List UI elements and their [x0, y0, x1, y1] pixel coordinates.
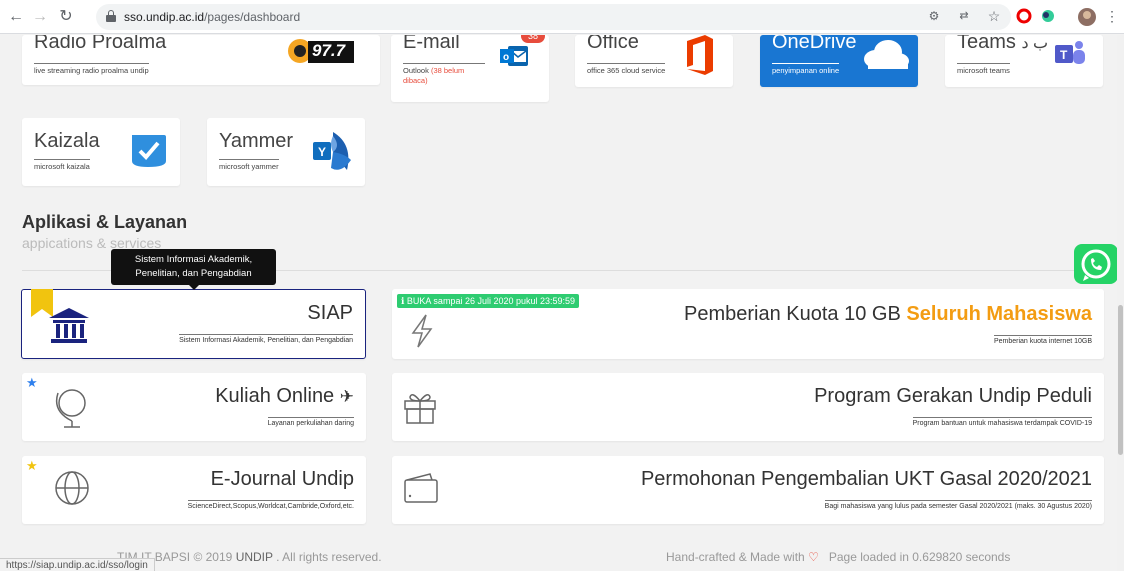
service-title: Pemberian Kuota 10 GB Seluruh Mahasiswa — [684, 303, 1092, 325]
menu-icon[interactable]: ⋮ — [1104, 8, 1120, 24]
star-icon[interactable]: ☆ — [986, 8, 1002, 24]
back-icon[interactable]: ← — [6, 7, 26, 27]
service-subtitle: ScienceDirect,Scopus,Worldcat,Cambride,O… — [187, 500, 354, 510]
app-subtitle: penyimpanan online — [772, 63, 840, 75]
cloud-icon — [860, 37, 910, 71]
app-title: Kaizala — [34, 130, 100, 152]
svg-text:o: o — [503, 52, 509, 63]
status-bar-url: https://siap.undip.ac.id/sso/login — [0, 558, 155, 571]
open-until-badge: ℹ BUKA sampai 26 Juli 2020 pukul 23:59:5… — [397, 294, 580, 308]
app-subtitle: microsoft kaizala — [34, 159, 90, 171]
globe-icon — [54, 385, 94, 431]
lock-icon — [106, 10, 116, 22]
radio-logo: 97.7 — [286, 35, 358, 69]
service-title: Kuliah Online ✈ — [215, 385, 354, 407]
reload-icon[interactable]: ↻ — [56, 7, 76, 27]
app-card-onedrive[interactable]: OneDrive penyimpanan online — [760, 35, 918, 87]
app-card-teams[interactable]: Teams ب د microsoft teams T — [945, 35, 1103, 87]
service-subtitle: Program bantuan untuk mahasiswa terdampa… — [912, 417, 1092, 427]
institution-icon — [47, 306, 91, 346]
service-title: SIAP — [307, 302, 353, 324]
teams-icon: T — [1053, 39, 1087, 69]
app-title: OneDrive — [772, 35, 857, 53]
app-card-kaizala[interactable]: Kaizala microsoft kaizala — [22, 118, 180, 186]
app-title: Radio Proalma — [34, 35, 167, 53]
key-icon[interactable]: ⚙ — [926, 8, 942, 24]
app-subtitle: microsoft yammer — [219, 159, 279, 171]
extension-icon[interactable] — [1040, 8, 1056, 24]
yammer-icon: Y — [311, 130, 355, 174]
footer-copyright: TIM IT BAPSI © 2019 UNDIP . All rights r… — [117, 550, 382, 564]
url-text: sso.undip.ac.id/pages/dashboard — [124, 10, 301, 24]
office-icon — [683, 35, 717, 75]
service-card-kuota[interactable]: ℹ BUKA sampai 26 Juli 2020 pukul 23:59:5… — [392, 289, 1104, 359]
heart-icon: ♡ — [808, 550, 819, 564]
app-card-yammer[interactable]: Yammer microsoft yammer Y — [207, 118, 365, 186]
service-card-ejournal[interactable]: ★ E-Journal Undip ScienceDirect,Scopus,W… — [22, 456, 366, 524]
outlook-icon: o — [498, 43, 530, 73]
browser-toolbar: ← → ↻ sso.undip.ac.id/pages/dashboard ⚙ … — [0, 0, 1124, 34]
footer-info: Hand-crafted & Made with ♡ Page loaded i… — [666, 550, 1011, 564]
whatsapp-button[interactable] — [1074, 244, 1118, 284]
app-title: Office — [587, 35, 639, 53]
app-subtitle: Outlook (38 belum dibaca) — [403, 63, 485, 86]
wallet-icon — [402, 472, 440, 506]
app-card-radio[interactable]: Radio Proalma live streaming radio proal… — [22, 35, 380, 85]
service-subtitle: Sistem Informasi Akademik, Penelitian, d… — [179, 334, 353, 344]
lightning-icon — [410, 313, 434, 349]
app-title: E-mail — [403, 35, 460, 53]
app-title: Teams ب د — [957, 35, 1049, 53]
app-card-email[interactable]: E-mail Outlook (38 belum dibaca) o 38 — [391, 35, 549, 102]
svg-text:T: T — [1060, 48, 1068, 62]
address-bar[interactable]: sso.undip.ac.id/pages/dashboard — [96, 4, 1011, 30]
rocket-icon: ✈ — [339, 387, 354, 406]
opera-icon[interactable] — [1016, 8, 1032, 24]
service-title: Program Gerakan Undip Peduli — [814, 385, 1092, 407]
translate-icon[interactable]: ⇄ — [956, 8, 972, 24]
star-icon: ★ — [26, 458, 38, 473]
service-title: Permohonan Pengembalian UKT Gasal 2020/2… — [640, 468, 1092, 490]
scrollbar-thumb[interactable] — [1118, 305, 1123, 455]
app-title: Yammer — [219, 130, 294, 152]
kaizala-icon — [128, 133, 168, 169]
star-icon: ★ — [26, 375, 38, 390]
app-subtitle: office 365 cloud service — [587, 63, 666, 75]
service-subtitle: Bagi mahasiswa yang lulus pada semester … — [824, 500, 1092, 510]
service-card-ukt[interactable]: Permohonan Pengembalian UKT Gasal 2020/2… — [392, 456, 1104, 524]
gift-icon — [402, 389, 438, 425]
svg-text:Y: Y — [318, 145, 326, 159]
service-subtitle: Layanan perkuliahan daring — [267, 417, 354, 427]
page-content: Radio Proalma live streaming radio proal… — [0, 35, 1124, 571]
profile-avatar[interactable] — [1078, 8, 1096, 26]
forward-icon[interactable]: → — [30, 7, 50, 27]
app-subtitle: microsoft teams — [957, 63, 1010, 75]
app-card-office[interactable]: Office office 365 cloud service — [575, 35, 733, 87]
service-card-undip-peduli[interactable]: Program Gerakan Undip Peduli Program ban… — [392, 373, 1104, 441]
app-subtitle: live streaming radio proalma undip — [34, 63, 149, 75]
section-title: Aplikasi & Layanan — [22, 212, 188, 232]
whatsapp-icon — [1081, 249, 1111, 281]
unread-badge: 38 — [521, 35, 545, 43]
service-title: E-Journal Undip — [210, 468, 354, 490]
service-card-siap[interactable]: SIAP Sistem Informasi Akademik, Peneliti… — [21, 289, 366, 359]
tooltip: Sistem Informasi Akademik, Penelitian, d… — [111, 249, 276, 290]
service-card-kuliah-online[interactable]: ★ Kuliah Online ✈ Layanan perkuliahan da… — [22, 373, 366, 441]
service-subtitle: Pemberian kuota internet 10GB — [993, 335, 1092, 345]
globe-grid-icon — [52, 468, 92, 508]
scrollbar[interactable] — [1117, 35, 1124, 571]
